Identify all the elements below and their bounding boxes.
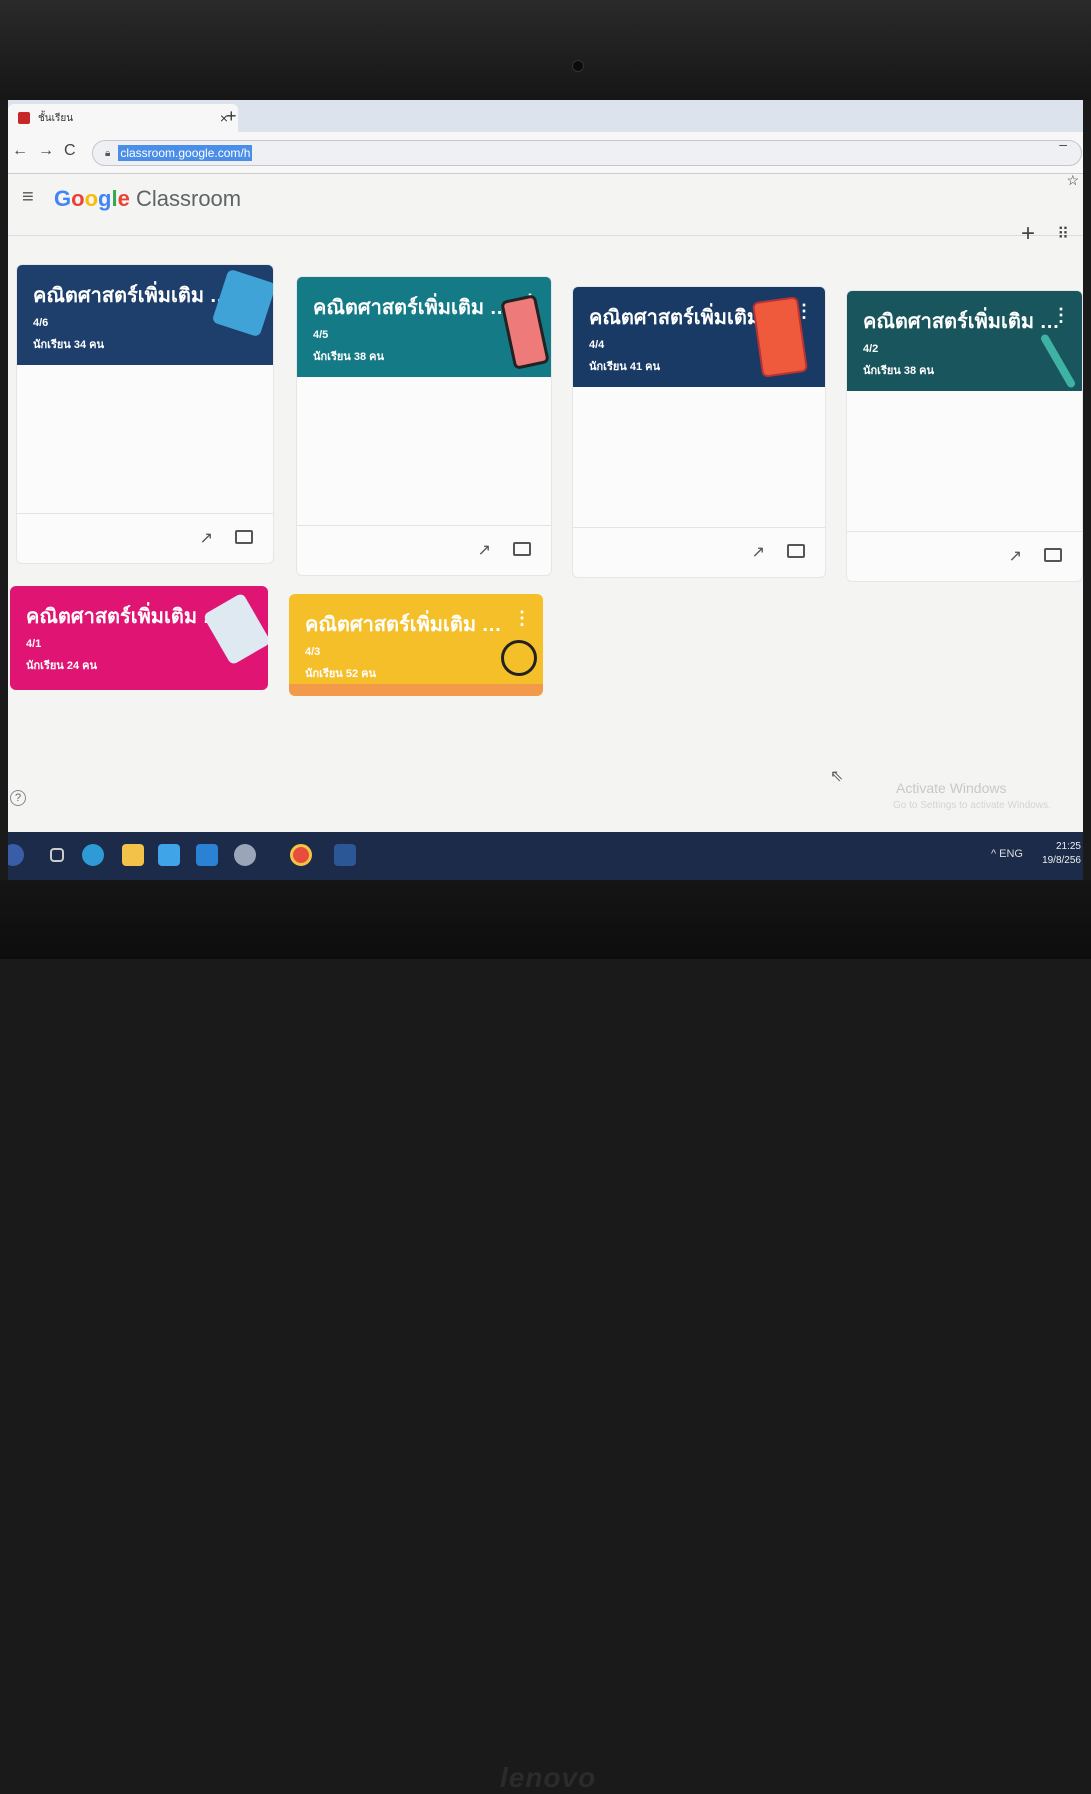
minimize-button[interactable]: –: [1059, 136, 1067, 152]
bicycle-wheel-illustration-icon: [501, 640, 537, 676]
forward-icon[interactable]: →: [38, 142, 54, 160]
monitor-bezel-top: [0, 0, 1091, 100]
class-section: 4/2: [863, 343, 879, 355]
class-student-count: นักเรียน 24 คน: [26, 660, 98, 672]
class-student-count: นักเรียน 52 คน: [305, 668, 377, 680]
help-icon[interactable]: ?: [10, 790, 26, 806]
class-card[interactable]: คณิตศาสตร์เพิ่มเติม ค3... 4/3 นักเรียน 5…: [289, 594, 543, 696]
screen: ชั้นเรียน × + ← → C 🔒︎ classroom.google.…: [8, 100, 1083, 880]
taskbar-clock[interactable]: 21:25 19/8/256: [1042, 840, 1081, 868]
mouse-cursor-icon: ⇖: [830, 768, 844, 785]
class-card-banner[interactable]: คณิตศาสตร์เพิ่มเติม ค3... 4/3 นักเรียน 5…: [289, 594, 543, 684]
trending-icon[interactable]: ↗: [200, 528, 213, 548]
class-card-footer: ↗: [17, 513, 273, 563]
url-text[interactable]: classroom.google.com/h: [118, 145, 253, 161]
class-card-banner[interactable]: คณิตศาสตร์เพิ่มเติม ค 3... 4/2 นักเรียน …: [847, 291, 1082, 391]
new-tab-button[interactable]: +: [226, 106, 237, 127]
back-icon[interactable]: ←: [12, 142, 28, 160]
class-student-count: นักเรียน 38 คน: [863, 365, 935, 377]
class-card[interactable]: คณิตศาสตร์เพิ่มเติม ค3... 4/5 นักเรียน 3…: [296, 276, 552, 576]
class-card-banner[interactable]: คณิตศาสตร์เพิ่มเติม ค 3... 4/1 นักเรียน …: [10, 586, 268, 690]
more-options-icon[interactable]: ⋮: [1052, 305, 1070, 326]
classroom-favicon-icon: [18, 112, 30, 124]
trending-icon[interactable]: ↗: [752, 542, 765, 562]
class-title[interactable]: คณิตศาสตร์เพิ่มเติม ค3...: [33, 279, 233, 311]
browser-tab[interactable]: ชั้นเรียน ×: [8, 104, 238, 132]
mail-icon[interactable]: [196, 844, 218, 866]
class-card[interactable]: คณิตศาสตร์เพิ่มเติม ค3... 4/4 นักเรียน 4…: [572, 286, 826, 578]
tab-strip: ชั้นเรียน × +: [8, 100, 1083, 132]
activate-windows-title: Activate Windows: [896, 780, 1007, 796]
class-student-count: นักเรียน 34 คน: [33, 339, 105, 351]
class-student-count: นักเรียน 38 คน: [313, 351, 385, 363]
tab-title: ชั้นเรียน: [38, 112, 74, 124]
class-title[interactable]: คณิตศาสตร์เพิ่มเติม ค 3...: [863, 305, 1063, 337]
class-card-banner[interactable]: คณิตศาสตร์เพิ่มเติม ค3... 4/6 นักเรียน 3…: [17, 265, 273, 365]
store-icon[interactable]: [158, 844, 180, 866]
clock-date: 19/8/256: [1042, 855, 1081, 866]
laptop-base: lenovo: [0, 880, 1091, 1793]
windows-taskbar: ^ ENG 21:25 19/8/256: [8, 832, 1083, 880]
address-bar[interactable]: 🔒︎ classroom.google.com/h: [92, 140, 1082, 166]
folder-icon[interactable]: [787, 544, 805, 558]
class-card-footer: ↗: [297, 525, 551, 575]
system-tray[interactable]: ^ ENG: [991, 848, 1023, 860]
reload-icon[interactable]: C: [64, 142, 76, 160]
task-view-icon[interactable]: [50, 848, 64, 862]
clock-time: 21:25: [1055, 841, 1081, 852]
class-title[interactable]: คณิตศาสตร์เพิ่มเติม ค3...: [305, 608, 505, 640]
class-card[interactable]: คณิตศาสตร์เพิ่มเติม ค3... 4/6 นักเรียน 3…: [16, 264, 274, 564]
class-card-footer: ↗: [573, 527, 825, 577]
trending-icon[interactable]: ↗: [1009, 546, 1022, 566]
class-card-banner[interactable]: คณิตศาสตร์เพิ่มเติม ค3... 4/4 นักเรียน 4…: [573, 287, 825, 387]
main-menu-icon[interactable]: ≡: [22, 186, 34, 209]
activate-windows-subtitle: Go to Settings to activate Windows.: [893, 800, 1051, 811]
lock-icon: 🔒︎: [105, 147, 111, 159]
word-icon[interactable]: [334, 844, 356, 866]
google-classroom-logo[interactable]: Google Classroom: [54, 186, 241, 212]
edge-browser-icon[interactable]: [82, 844, 104, 866]
class-title[interactable]: คณิตศาสตร์เพิ่มเติม ค3...: [313, 291, 513, 323]
banner-stripe: [289, 684, 543, 696]
class-card-footer: ↗: [847, 531, 1082, 581]
snipping-tool-icon[interactable]: [234, 844, 256, 866]
class-card-banner[interactable]: คณิตศาสตร์เพิ่มเติม ค3... 4/5 นักเรียน 3…: [297, 277, 551, 377]
class-section: 4/5: [313, 329, 329, 341]
browser-toolbar: ← → C 🔒︎ classroom.google.com/h: [8, 132, 1083, 174]
add-class-button[interactable]: +: [1021, 220, 1035, 248]
class-title[interactable]: คณิตศาสตร์เพิ่มเติม ค 3...: [26, 600, 226, 632]
webcam: [572, 60, 584, 72]
folder-icon[interactable]: [513, 542, 531, 556]
laptop-brand-logo: lenovo: [500, 1762, 597, 1793]
classroom-header: ≡ Google Classroom + ⠿: [8, 174, 1083, 247]
trending-icon[interactable]: ↗: [478, 540, 491, 560]
more-options-icon[interactable]: ⋮: [513, 608, 531, 629]
class-card[interactable]: คณิตศาสตร์เพิ่มเติม ค 3... 4/2 นักเรียน …: [846, 290, 1083, 582]
apps-grid-icon[interactable]: ⠿: [1057, 224, 1069, 244]
start-button[interactable]: [8, 844, 24, 866]
class-card[interactable]: คณิตศาสตร์เพิ่มเติม ค 3... 4/1 นักเรียน …: [10, 586, 268, 690]
file-explorer-icon[interactable]: [122, 844, 144, 866]
folder-icon[interactable]: [235, 530, 253, 544]
folder-icon[interactable]: [1044, 548, 1062, 562]
chrome-icon[interactable]: [290, 844, 312, 866]
class-section: 4/3: [305, 646, 321, 658]
